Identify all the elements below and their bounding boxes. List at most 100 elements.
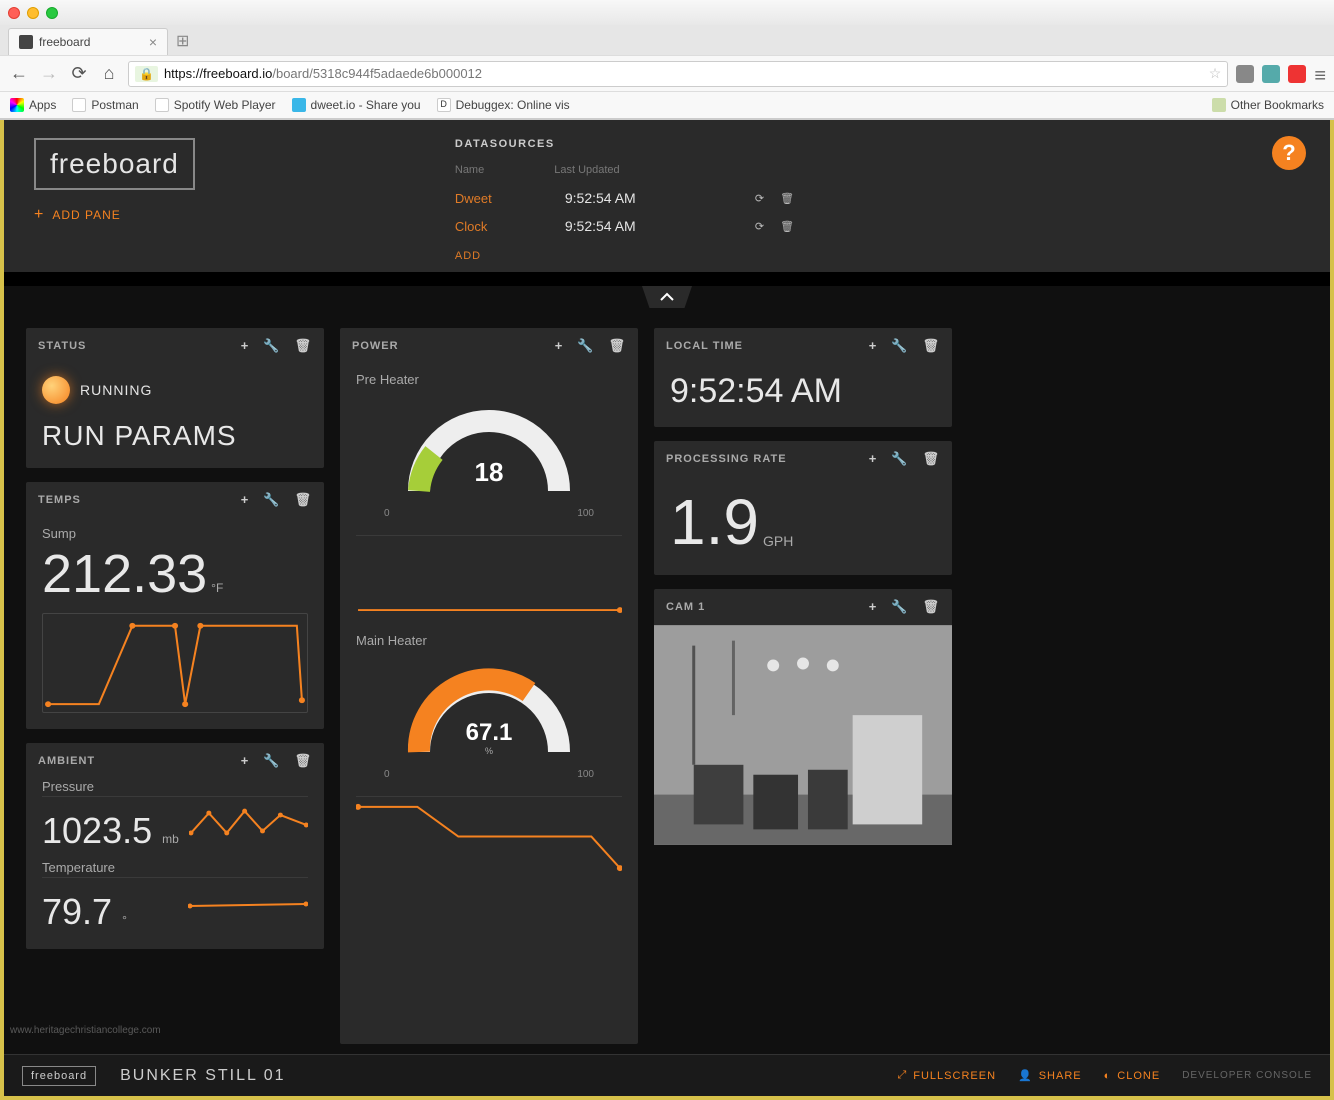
plus-icon[interactable]: +	[241, 753, 250, 769]
plus-icon[interactable]: +	[869, 338, 878, 354]
add-datasource-button[interactable]: ADD	[455, 250, 794, 262]
temperature-unit: °	[122, 913, 127, 927]
wrench-icon[interactable]: 🔧	[577, 338, 594, 354]
traffic-lights[interactable]	[8, 7, 58, 19]
expand-icon: ⤢	[897, 1069, 907, 1082]
datasource-name[interactable]: Dweet	[455, 191, 545, 206]
wrench-icon[interactable]: 🔧	[263, 753, 280, 769]
app-frame: freeboard + ADD PANE DATASOURCES Name La…	[0, 120, 1334, 1100]
ext-icon[interactable]	[1236, 65, 1254, 83]
refresh-icon[interactable]: ⟳	[755, 192, 764, 205]
pane-local-time: LOCAL TIME + 🔧 🗑 9:52:54 AM	[654, 328, 952, 427]
logo: freeboard	[34, 138, 195, 190]
bookmark-item[interactable]: Spotify Web Player	[155, 98, 276, 112]
pane-processing-rate: PROCESSING RATE + 🔧 🗑 1.9 GPH	[654, 441, 952, 575]
new-tab-button[interactable]: ⊞	[168, 27, 197, 55]
temperature-label: Temperature	[42, 860, 308, 875]
developer-console-link[interactable]: DEVELOPER CONSOLE	[1182, 1070, 1312, 1081]
datasource-name[interactable]: Clock	[455, 219, 545, 234]
datasources-title: DATASOURCES	[455, 138, 794, 150]
pane-title: CAM 1	[666, 601, 869, 613]
trash-icon[interactable]: 🗑	[294, 492, 312, 508]
menu-icon[interactable]: ≡	[1314, 65, 1326, 83]
pre-heater-sparkline	[356, 535, 622, 615]
plus-icon[interactable]: +	[241, 338, 250, 354]
wrench-icon[interactable]: 🔧	[263, 338, 280, 354]
window-titlebar	[0, 0, 1334, 25]
pressure-unit: mb	[162, 832, 179, 846]
col-updated: Last Updated	[554, 164, 619, 176]
svg-text:%: %	[485, 746, 493, 756]
logo-text: freeboard	[50, 148, 179, 179]
help-button[interactable]: ?	[1272, 136, 1306, 170]
refresh-icon[interactable]: ⟳	[755, 220, 764, 233]
status-label: RUNNING	[80, 382, 152, 398]
trash-icon[interactable]: 🗑	[294, 753, 312, 769]
tab-close-icon[interactable]: ×	[149, 34, 157, 50]
temp-sparkline	[42, 613, 308, 713]
browser-tab[interactable]: freeboard ×	[8, 28, 168, 55]
close-window-icon[interactable]	[8, 7, 20, 19]
fullscreen-button[interactable]: ⤢FULLSCREEN	[897, 1069, 996, 1082]
pane-title: POWER	[352, 340, 555, 352]
pane-title: AMBIENT	[38, 755, 241, 767]
status-indicator-icon	[42, 376, 70, 404]
bookmarks-bar: Apps Postman Spotify Web Player dweet.io…	[0, 91, 1334, 119]
board-column: LOCAL TIME + 🔧 🗑 9:52:54 AM PROCESSING R…	[654, 328, 952, 1044]
datasource-time: 9:52:54 AM	[565, 190, 695, 206]
main-heater-label: Main Heater	[356, 633, 622, 648]
temp-label: Sump	[42, 526, 308, 541]
plus-icon[interactable]: +	[869, 451, 878, 467]
plus-icon[interactable]: +	[555, 338, 564, 354]
pane-title: PROCESSING RATE	[666, 453, 869, 465]
trash-icon[interactable]: 🗑	[922, 451, 940, 467]
trash-icon[interactable]: 🗑	[294, 338, 312, 354]
maximize-window-icon[interactable]	[46, 7, 58, 19]
trash-icon[interactable]: 🗑	[922, 599, 940, 615]
other-bookmarks[interactable]: Other Bookmarks	[1212, 98, 1324, 112]
trash-icon[interactable]: 🗑	[922, 338, 940, 354]
temp-value: 212.33	[42, 543, 207, 605]
bookmark-item[interactable]: DDebuggex: Online vis	[437, 98, 570, 112]
wrench-icon[interactable]: 🔧	[891, 599, 908, 615]
pane-title: STATUS	[38, 340, 241, 352]
reload-button[interactable]: ⟳	[68, 63, 90, 85]
ext-icon[interactable]	[1262, 65, 1280, 83]
board-column: STATUS + 🔧 🗑 RUNNING RUN PARAMS	[26, 328, 324, 1044]
url-input[interactable]: 🔒 https://freeboard.io/board/5318c944f5a…	[128, 61, 1228, 87]
back-button[interactable]: ←	[8, 63, 30, 85]
pane-cam: CAM 1 + 🔧 🗑	[654, 589, 952, 845]
bookmark-item[interactable]: dweet.io - Share you	[292, 98, 421, 112]
home-button[interactable]: ⌂	[98, 63, 120, 85]
forward-button[interactable]: →	[38, 63, 60, 85]
wrench-icon[interactable]: 🔧	[891, 338, 908, 354]
wrench-icon[interactable]: 🔧	[263, 492, 280, 508]
pressure-sparkline	[189, 803, 308, 843]
wrench-icon[interactable]: 🔧	[891, 451, 908, 467]
camera-feed	[654, 625, 952, 845]
dashboard-name: BUNKER STILL 01	[120, 1067, 285, 1085]
url-text: https://freeboard.io/board/5318c944f5ada…	[164, 66, 482, 81]
minimize-window-icon[interactable]	[27, 7, 39, 19]
plus-icon[interactable]: +	[869, 599, 878, 615]
bookmark-star-icon[interactable]: ☆	[1209, 65, 1222, 82]
add-pane-button[interactable]: + ADD PANE	[34, 206, 195, 224]
bookmark-item[interactable]: Postman	[72, 98, 138, 112]
col-name: Name	[455, 164, 484, 176]
temperature-sparkline	[188, 884, 308, 924]
ext-icon[interactable]	[1288, 65, 1306, 83]
svg-text:18: 18	[475, 457, 504, 487]
apps-button[interactable]: Apps	[10, 98, 56, 112]
trash-icon[interactable]: 🗑	[780, 192, 794, 205]
datasource-time: 9:52:54 AM	[565, 218, 695, 234]
collapse-header-toggle[interactable]	[642, 286, 692, 308]
plus-icon[interactable]: +	[241, 492, 250, 508]
trash-icon[interactable]: 🗑	[780, 220, 794, 233]
gauge-main-heater: 67.1 % 0100	[356, 650, 622, 786]
local-time-value: 9:52:54 AM	[670, 372, 936, 411]
clone-button[interactable]: ◐CLONE	[1104, 1070, 1161, 1082]
share-button[interactable]: 👤SHARE	[1018, 1069, 1082, 1082]
trash-icon[interactable]: 🗑	[608, 338, 626, 354]
browser-toolbar: ← → ⟳ ⌂ 🔒 https://freeboard.io/board/531…	[0, 55, 1334, 91]
pressure-value: 1023.5	[42, 810, 152, 852]
